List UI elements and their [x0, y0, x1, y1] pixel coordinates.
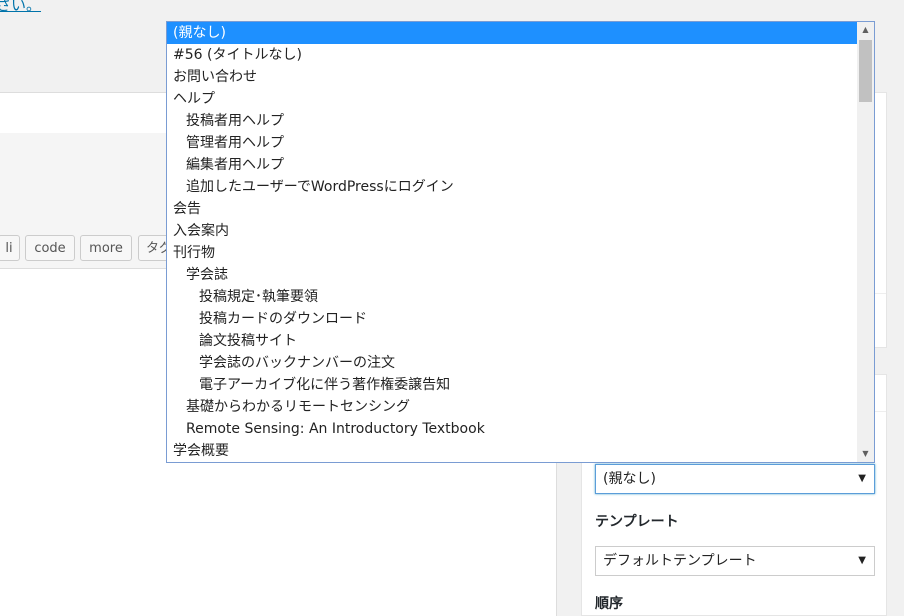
template-select[interactable]: デフォルトテンプレート ▼: [595, 546, 875, 576]
dropdown-option[interactable]: 学会誌のバックナンバーの注文: [167, 352, 857, 374]
dropdown-option[interactable]: 編集者用ヘルプ: [167, 154, 857, 176]
dropdown-option[interactable]: 投稿カードのダウンロード: [167, 308, 857, 330]
dropdown-scrollbar[interactable]: ▲ ▼: [857, 22, 874, 462]
chevron-down-icon: ▼: [858, 473, 866, 484]
dropdown-option[interactable]: 学会概要: [167, 440, 857, 462]
title-input[interactable]: [0, 92, 170, 134]
notice-link[interactable]: さい。: [0, 0, 41, 15]
dropdown-option[interactable]: 刊行物: [167, 242, 857, 264]
order-label: 順序: [595, 596, 623, 612]
template-label: テンプレート: [595, 514, 679, 530]
quicktag-more-button[interactable]: more: [80, 235, 132, 261]
dropdown-option[interactable]: 入会案内: [167, 220, 857, 242]
dropdown-option[interactable]: 管理者用ヘルプ: [167, 132, 857, 154]
chevron-down-icon: ▼: [858, 555, 866, 566]
dropdown-option[interactable]: 電子アーカイブ化に伴う著作権委譲告知: [167, 374, 857, 396]
dropdown-option[interactable]: 基礎からわかるリモートセンシング: [167, 396, 857, 418]
dropdown-option[interactable]: ヘルプ: [167, 88, 857, 110]
dropdown-option[interactable]: 会告: [167, 198, 857, 220]
dropdown-option[interactable]: Remote Sensing: An Introductory Textbook: [167, 418, 857, 440]
quicktag-li-button[interactable]: li: [0, 235, 20, 261]
dropdown-option[interactable]: #56 (タイトルなし): [167, 44, 857, 66]
scroll-up-arrow-icon[interactable]: ▲: [857, 22, 874, 38]
dropdown-option[interactable]: お問い合わせ: [167, 66, 857, 88]
dropdown-option[interactable]: 投稿規定･執筆要領: [167, 286, 857, 308]
dropdown-option[interactable]: 追加したユーザーでWordPressにログイン: [167, 176, 857, 198]
dropdown-option[interactable]: 投稿者用ヘルプ: [167, 110, 857, 132]
dropdown-option[interactable]: (親なし): [167, 22, 857, 44]
quicktag-code-button[interactable]: code: [25, 235, 75, 261]
scrollbar-thumb[interactable]: [859, 40, 872, 102]
scroll-down-arrow-icon[interactable]: ▼: [857, 446, 874, 462]
parent-select-value: (親なし): [603, 471, 656, 487]
parent-select[interactable]: (親なし) ▼: [595, 464, 875, 494]
template-select-value: デフォルトテンプレート: [603, 553, 757, 569]
dropdown-option[interactable]: 論文投稿サイト: [167, 330, 857, 352]
parent-dropdown-list[interactable]: (親なし) #56 (タイトルなし) お問い合わせ ヘルプ 投稿者用ヘルプ 管理者用ヘルプ…: [166, 21, 875, 463]
dropdown-option[interactable]: 学会誌: [167, 264, 857, 286]
